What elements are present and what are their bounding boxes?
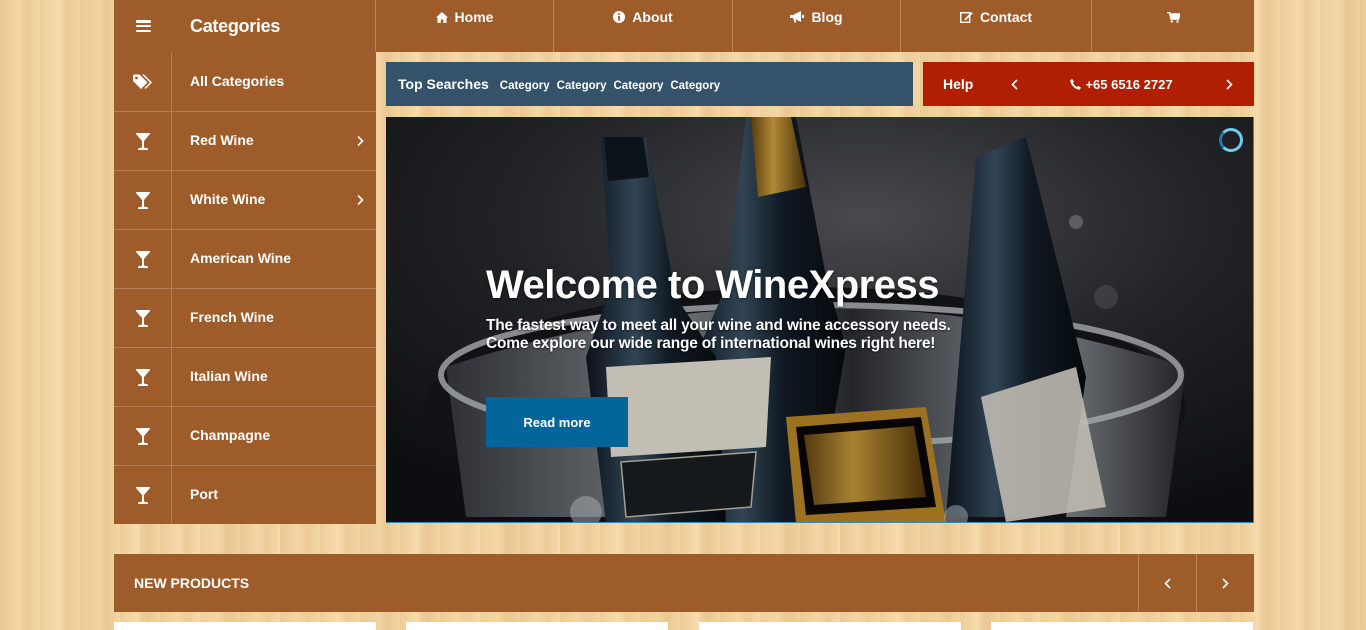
wine-glass-icon	[135, 486, 150, 504]
help-phone-number: +65 6516 2727	[1085, 76, 1173, 92]
hero-description-line: Come explore our wide range of internati…	[486, 335, 936, 352]
sidebar-item-label: All Categories	[190, 72, 285, 89]
wine-glass-icon	[135, 191, 150, 209]
product-card[interactable]	[114, 622, 376, 630]
top-search-link[interactable]: Category	[557, 77, 607, 92]
new-products-title: NEW PRODUCTS	[134, 575, 250, 591]
read-more-button[interactable]: Read more	[486, 397, 628, 447]
hero-description-line: The fastest way to meet all your wine an…	[486, 317, 951, 334]
wine-glass-icon	[135, 368, 150, 386]
cart-icon	[1166, 11, 1180, 23]
wine-glass-icon	[135, 309, 150, 327]
categories-title: Categories	[190, 15, 281, 36]
home-icon	[435, 11, 448, 23]
wine-glass-icon	[135, 132, 150, 150]
nav-home[interactable]: Home	[376, 0, 554, 52]
new-products-next-button[interactable]	[1196, 554, 1254, 612]
help-phone[interactable]: +65 6516 2727	[1023, 77, 1220, 92]
hamburger-menu-icon[interactable]	[114, 20, 172, 32]
help-label: Help	[943, 76, 974, 92]
help-bar: Help +65 6516 2727	[923, 62, 1254, 106]
sidebar-item-american-wine[interactable]: American Wine	[114, 229, 376, 288]
categories-header[interactable]: Categories	[114, 0, 376, 52]
top-navigation: Categories Home About Blog Contact	[114, 0, 1254, 52]
sidebar-item-all-categories[interactable]: All Categories	[114, 52, 376, 111]
sidebar-item-label: White Wine	[190, 191, 266, 207]
nav-contact[interactable]: Contact	[901, 0, 1092, 52]
sidebar-item-port[interactable]: Port	[114, 465, 376, 524]
sidebar-item-champagne[interactable]: Champagne	[114, 406, 376, 465]
chevron-left-icon	[1164, 577, 1171, 589]
nav-blog[interactable]: Blog	[733, 0, 901, 52]
product-card[interactable]	[699, 622, 961, 630]
hero-title: Welcome to WineXpress	[486, 263, 939, 307]
nav-home-label: Home	[454, 9, 494, 25]
nav-cart[interactable]	[1092, 0, 1254, 52]
tags-icon	[132, 74, 152, 89]
nav-contact-label: Contact	[979, 9, 1033, 25]
new-products-header: NEW PRODUCTS	[114, 554, 1254, 612]
sidebar-item-label: Red Wine	[190, 132, 254, 148]
sidebar-item-label: French Wine	[190, 309, 274, 325]
nav-about[interactable]: About	[554, 0, 733, 52]
hero-slider[interactable]: Welcome to WineXpress The fastest way to…	[386, 117, 1254, 523]
wine-glass-icon	[135, 250, 150, 268]
help-prev-button[interactable]	[1005, 78, 1023, 90]
top-search-link[interactable]: Category	[500, 77, 550, 92]
top-searches-label: Top Searches	[398, 76, 489, 92]
new-products-prev-button[interactable]	[1138, 554, 1196, 612]
product-card[interactable]	[991, 622, 1253, 630]
sidebar-item-french-wine[interactable]: French Wine	[114, 288, 376, 347]
top-search-link[interactable]: Category	[614, 77, 664, 92]
chevron-right-icon	[357, 194, 364, 206]
chevron-left-icon	[1010, 78, 1018, 90]
sidebar-item-white-wine[interactable]: White Wine	[114, 170, 376, 229]
sidebar-item-label: Port	[190, 486, 218, 502]
sidebar-item-italian-wine[interactable]: Italian Wine	[114, 347, 376, 406]
top-searches-bar: Top Searches Category Category Category …	[386, 62, 913, 106]
bullhorn-icon	[790, 11, 805, 23]
chevron-right-icon	[357, 135, 364, 147]
loading-spinner-icon	[1219, 128, 1243, 152]
chevron-right-icon	[1225, 78, 1233, 90]
category-sidebar: All Categories Red Wine White Wine Ameri…	[114, 52, 376, 524]
sidebar-item-label: Champagne	[190, 427, 271, 443]
help-next-button[interactable]	[1220, 78, 1238, 90]
info-icon	[613, 11, 626, 23]
sidebar-item-red-wine[interactable]: Red Wine	[114, 111, 376, 170]
hero-description: The fastest way to meet all your wine an…	[486, 317, 951, 353]
nav-about-label: About	[632, 9, 673, 25]
wine-glass-icon	[135, 427, 150, 445]
phone-icon	[1070, 78, 1082, 90]
sidebar-item-label: American Wine	[190, 250, 292, 266]
top-search-link[interactable]: Category	[670, 77, 720, 92]
edit-icon	[959, 12, 973, 23]
product-card[interactable]	[406, 622, 668, 630]
sidebar-item-label: Italian Wine	[190, 368, 268, 384]
nav-blog-label: Blog	[811, 9, 843, 25]
chevron-right-icon	[1222, 577, 1229, 589]
